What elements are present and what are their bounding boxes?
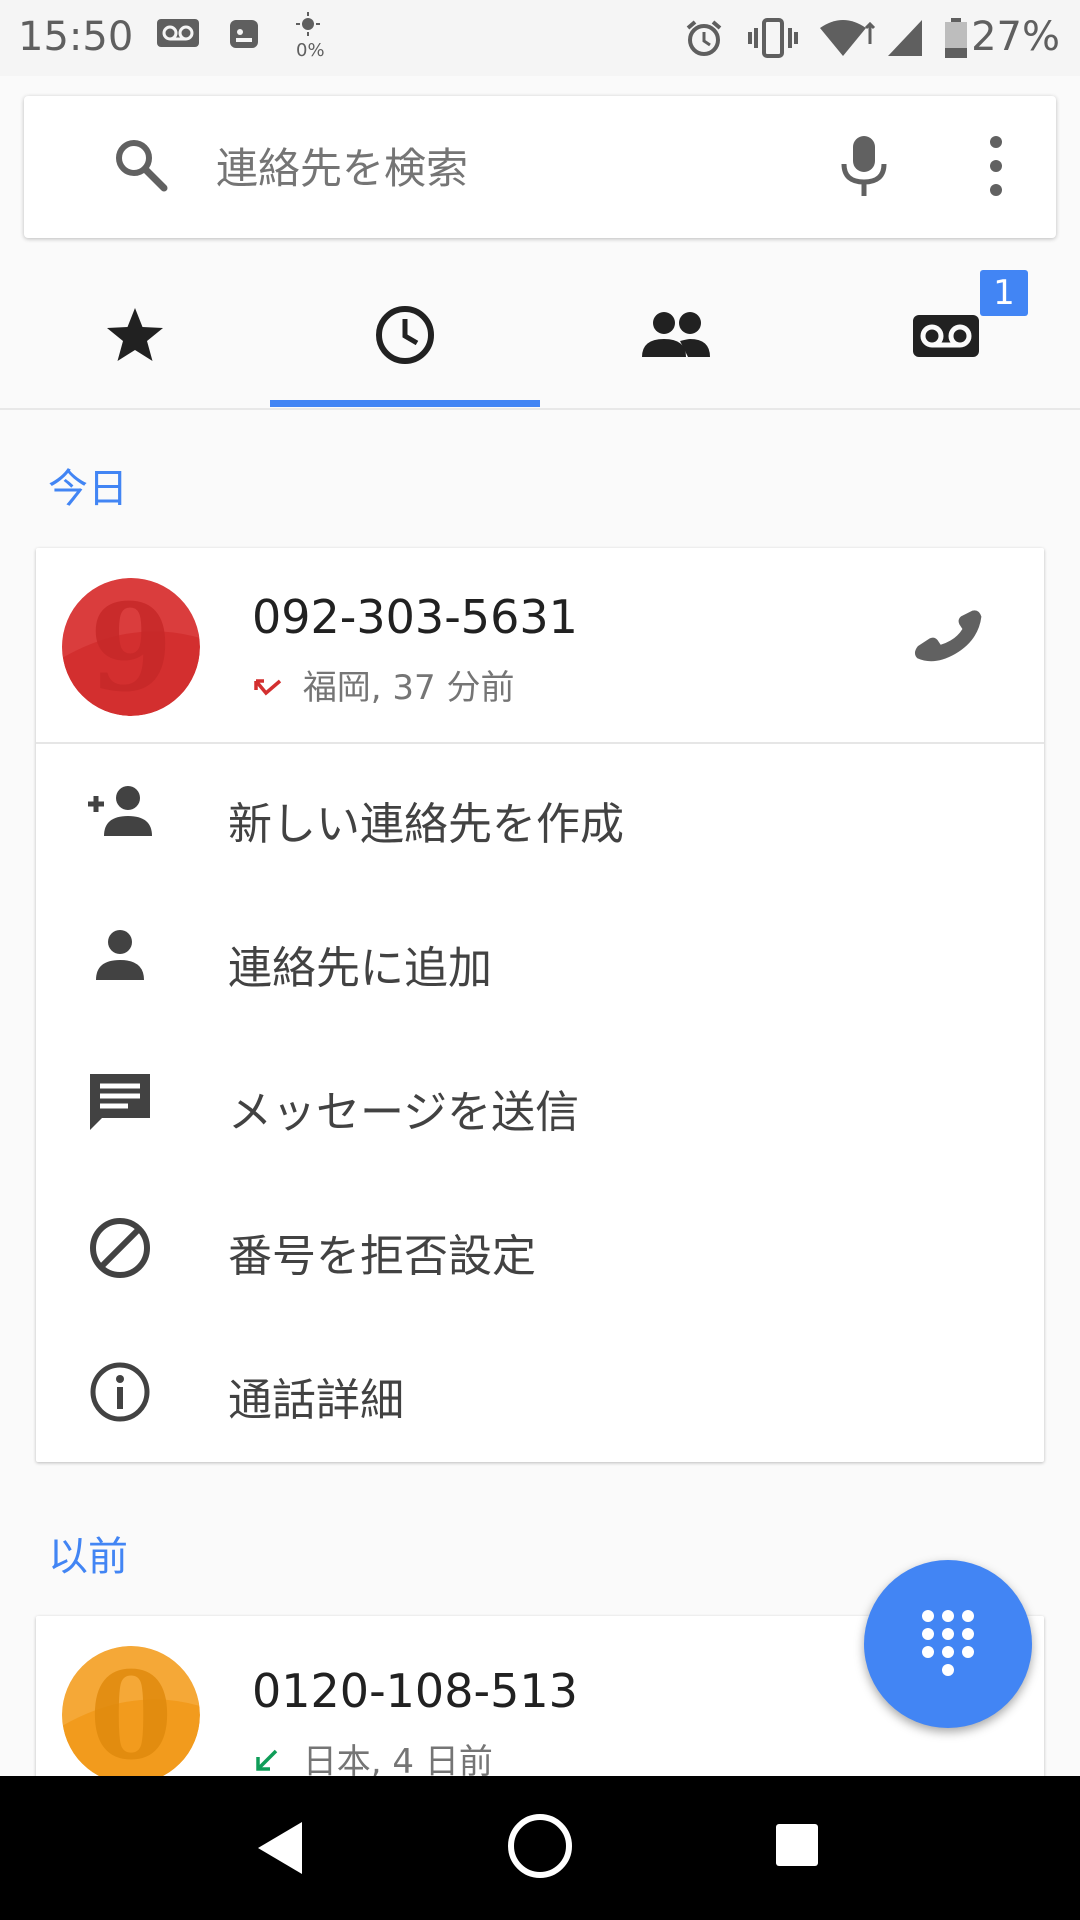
tab-favorites[interactable] [0, 250, 270, 408]
wifi-icon [818, 18, 876, 62]
tab-bar [0, 250, 1080, 410]
action-send-message[interactable]: メッセージを送信 [36, 1030, 1044, 1174]
action-block-number[interactable]: 番号を拒否設定 [36, 1174, 1044, 1318]
call-location-time: 福岡, 37 分前 [302, 668, 515, 708]
back-icon[interactable] [256, 1820, 304, 1880]
avatar[interactable]: 0 [62, 1646, 200, 1784]
voicemail-badge: 1 [980, 270, 1028, 316]
navigation-bar [0, 1776, 1080, 1920]
avatar-letter: 0 [89, 1646, 173, 1784]
dialpad-icon [922, 1610, 974, 1676]
call-meta: 福岡, 37 分前 [252, 660, 515, 710]
section-header-today: 今日 [48, 466, 128, 512]
message-icon [88, 1072, 152, 1140]
battery-icon [944, 18, 968, 62]
search-input[interactable] [214, 130, 818, 206]
tab-recents[interactable] [270, 250, 540, 408]
tab-indicator [270, 400, 540, 407]
vibrate-icon [748, 18, 798, 62]
action-label: 番号を拒否設定 [228, 1231, 536, 1282]
nfc-percent: 0% [296, 40, 325, 61]
avatar-letter: 9 [89, 578, 173, 716]
missed-call-icon [252, 670, 292, 710]
phone-number: 092-303-5631 [252, 590, 578, 644]
signal-icon [886, 18, 924, 62]
add-contact-icon [86, 784, 158, 842]
action-label: 通話詳細 [228, 1375, 404, 1426]
star-icon [107, 308, 163, 361]
action-label: メッセージを送信 [228, 1087, 580, 1138]
info-icon [88, 1360, 152, 1428]
call-log-entry-expanded: 9 092-303-5631 福岡, 37 分前 新しい連絡先を作成 連絡先に追… [36, 548, 1044, 1462]
alarm-icon [684, 18, 724, 62]
search-bar[interactable] [24, 96, 1056, 238]
tab-voicemail[interactable] [810, 250, 1080, 408]
block-icon [88, 1216, 152, 1284]
action-label: 新しい連絡先を作成 [228, 799, 624, 850]
app-icon [228, 18, 260, 54]
status-time: 15:50 [18, 14, 134, 60]
mic-icon[interactable] [838, 134, 890, 202]
phone-number: 0120-108-513 [252, 1664, 578, 1718]
avatar[interactable]: 9 [62, 578, 200, 716]
call-log-row[interactable]: 9 092-303-5631 福岡, 37 分前 [36, 548, 1044, 744]
action-label: 連絡先に追加 [228, 943, 492, 994]
recents-icon[interactable] [774, 1822, 820, 1872]
brightness-icon [296, 12, 320, 40]
voicemail-icon [913, 315, 979, 357]
person-icon [92, 928, 148, 986]
action-add-to-contact[interactable]: 連絡先に追加 [36, 886, 1044, 1030]
tab-contacts[interactable] [540, 250, 810, 408]
section-header-earlier: 以前 [48, 1534, 128, 1580]
voicemail-icon [156, 18, 200, 52]
status-bar: 15:50 0% 27% [0, 0, 1080, 76]
action-call-details[interactable]: 通話詳細 [36, 1318, 1044, 1462]
call-button[interactable] [912, 604, 982, 678]
battery-percent: 27% [971, 14, 1060, 60]
people-icon [642, 312, 710, 357]
clock-icon [376, 306, 434, 364]
more-options-icon[interactable] [988, 134, 1004, 202]
dialpad-button[interactable] [864, 1560, 1032, 1728]
search-icon [112, 136, 172, 200]
home-icon[interactable] [506, 1812, 574, 1884]
action-create-contact[interactable]: 新しい連絡先を作成 [36, 742, 1044, 886]
phone-icon [914, 610, 982, 662]
